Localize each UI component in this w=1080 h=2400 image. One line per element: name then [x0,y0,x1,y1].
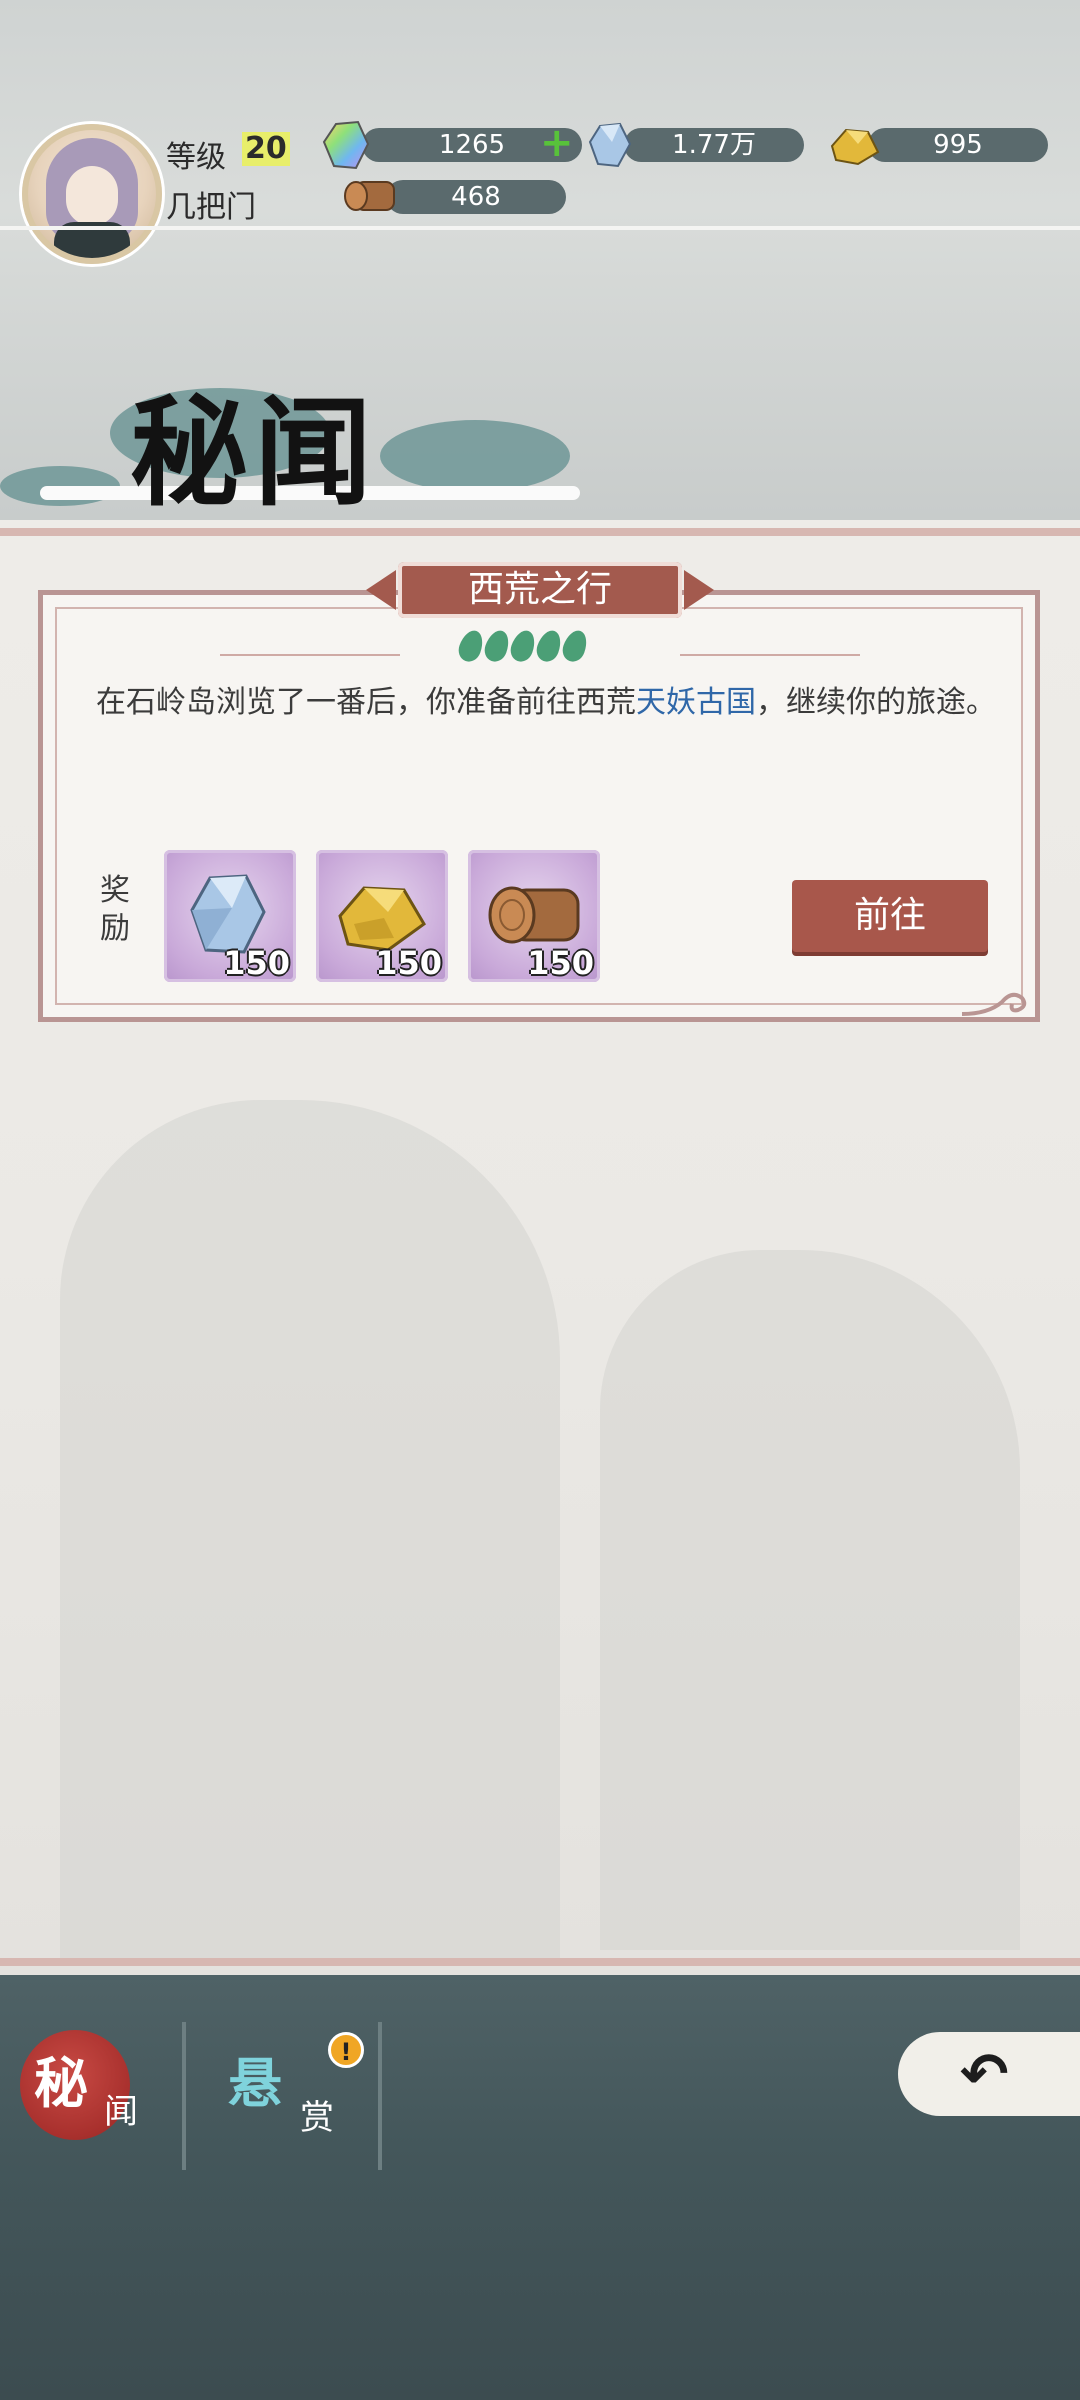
difficulty-mark [455,627,487,665]
panel-bottom-border [0,1958,1080,1966]
wood-icon [488,886,580,944]
wood-icon [344,181,395,211]
highlight-location[interactable]: 天妖古国 [636,685,756,720]
player-avatar[interactable] [22,124,162,264]
gold-icon [338,886,426,952]
difficulty-mark [559,627,591,665]
reward-item[interactable]: 150 [468,850,600,982]
tab-secret-subchar: 闻 [104,2092,138,2132]
quest-description: 在石岭岛浏览了一番后，你准备前往西荒天妖古国，继续你的旅途。 [96,685,996,720]
tab-secret[interactable]: 秘 闻 [14,2030,154,2150]
sect-name: 几把门 [166,190,256,225]
reward-count: 150 [375,944,442,982]
nav-divider [182,2022,186,2170]
difficulty-rating [455,627,591,670]
reward-item[interactable]: 150 [164,850,296,982]
level-value: 20 [242,132,290,166]
top-status-bar: 等级 20 几把门 1265 + 1.77万 995 468 [0,0,1080,264]
crystal-icon [588,122,632,168]
crystal-counter: 1.77万 [624,128,804,162]
wood-counter: 468 [386,180,566,214]
difficulty-mark [481,627,513,665]
go-button[interactable]: 前往 [792,880,988,952]
add-spirit-stone-button[interactable]: + [540,123,574,163]
corner-swirl-ornament [961,992,1027,1016]
gold-icon [830,128,880,166]
spirit-stone-icon [322,120,370,170]
reward-count: 150 [223,944,290,982]
reward-item[interactable]: 150 [316,850,448,982]
quest-title: 西荒之行 [467,569,612,610]
level-label: 等级 [166,140,226,175]
back-button[interactable]: ↶ [898,2024,1080,2124]
difficulty-mark [507,627,539,665]
divider-left [220,654,400,656]
back-arrow-icon: ↶ [960,2040,1009,2108]
page-title: 秘闻 [130,383,379,522]
panel-top-border [0,528,1080,536]
nav-divider [378,2022,382,2170]
mountain-silhouette [60,1100,560,1960]
difficulty-mark [533,627,565,665]
gold-counter: 995 [868,128,1048,162]
divider-right [680,654,860,656]
tab-bounty-subchar: 赏 [300,2098,334,2138]
alert-badge: ! [328,2032,364,2068]
reward-count: 150 [527,944,594,982]
mountain-silhouette [600,1250,1020,1950]
reward-label: 奖励 [100,873,130,946]
tab-bounty-char: 悬 [228,2052,282,2115]
tab-secret-char: 秘 [34,2052,88,2115]
